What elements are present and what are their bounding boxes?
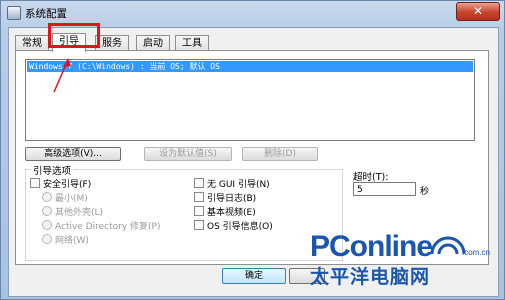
radio-icon [42,192,52,202]
annotation-arrow-icon [53,58,71,93]
checkbox-icon [194,178,204,188]
boot-log-label: 引导日志(B) [207,194,257,204]
title-bar[interactable]: 系统配置 ✕ [1,1,504,23]
tab-services[interactable]: 服务 [95,35,129,51]
network-label: 网络(W) [55,236,89,246]
safe-boot-checkbox[interactable]: 安全引导(F) [30,178,91,190]
active-directory-label: Active Directory 修复(P) [55,222,161,232]
checkbox-icon [194,206,204,216]
base-video-label: 基本视频(E) [207,208,256,218]
radio-icon [42,220,52,230]
radio-icon [42,206,52,216]
watermark-subtitle: 太平洋电脑网 [310,266,431,288]
network-radio[interactable]: 网络(W) [42,234,89,246]
set-default-button[interactable]: 设为默认值(S) [144,147,232,161]
pconline-watermark-logo: PConline .com.cn 太平洋电脑网 [300,230,505,300]
checkbox-icon [194,220,204,230]
base-video-checkbox[interactable]: 基本视频(E) [194,206,256,218]
close-button[interactable]: ✕ [456,2,500,21]
watermark-domain: .com.cn [462,248,491,257]
radio-icon [42,234,52,244]
boot-options-group: 引导选项 安全引导(F) 最小(M) 其他外壳(L) Active Direct… [25,163,343,261]
checkbox-icon [194,192,204,202]
no-gui-boot-label: 无 GUI 引导(N) [207,180,270,190]
no-gui-boot-checkbox[interactable]: 无 GUI 引导(N) [194,178,270,190]
tab-startup[interactable]: 启动 [136,35,170,51]
annotation-highlight-box [48,23,100,48]
timeout-input[interactable]: 5 [353,182,416,196]
minimal-label: 最小(M) [55,194,88,204]
minimal-radio[interactable]: 最小(M) [42,192,88,204]
boot-options-title: 引导选项 [31,163,74,177]
os-boot-info-checkbox[interactable]: OS 引导信息(O) [194,220,273,232]
alternate-shell-radio[interactable]: 其他外壳(L) [42,206,103,218]
boot-log-checkbox[interactable]: 引导日志(B) [194,192,256,204]
window-title: 系统配置 [25,8,67,20]
delete-button[interactable]: 删除(D) [242,147,318,161]
os-list-item[interactable]: Windows 7 (C:\Windows) : 当前 OS; 默认 OS [27,61,473,72]
tab-tools[interactable]: 工具 [175,35,209,51]
tab-general[interactable]: 常规 [15,35,49,51]
advanced-options-button[interactable]: 高级选项(V)... [25,147,121,161]
timeout-label: 超时(T): [353,172,389,183]
seconds-label: 秒 [420,187,430,197]
ok-button[interactable]: 确定 [222,268,286,284]
system-config-icon [7,6,21,20]
active-directory-radio[interactable]: Active Directory 修复(P) [42,220,161,232]
safe-boot-label: 安全引导(F) [43,180,92,190]
alternate-shell-label: 其他外壳(L) [55,208,104,218]
os-boot-info-label: OS 引导信息(O) [207,222,273,232]
checkbox-icon [30,178,40,188]
os-list[interactable]: Windows 7 (C:\Windows) : 当前 OS; 默认 OS [25,59,475,141]
watermark-brand: PConline [310,230,433,263]
